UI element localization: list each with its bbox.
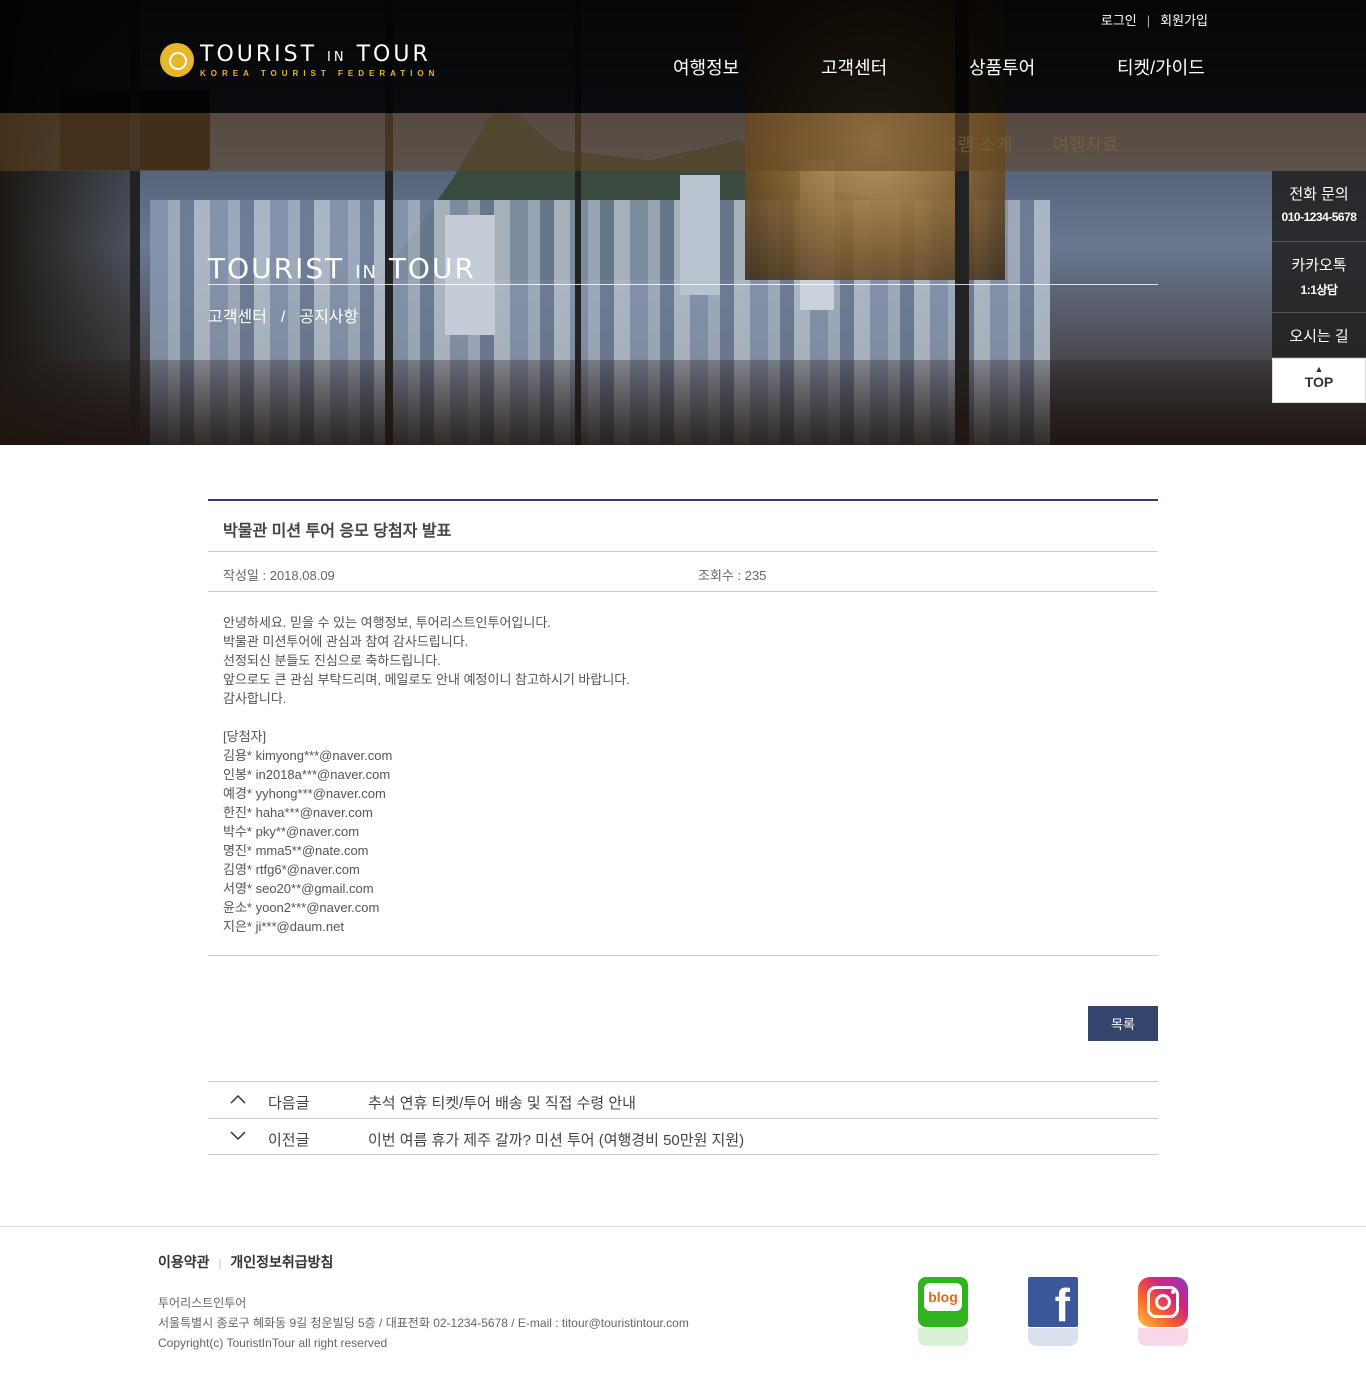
company-address: 서울특별시 종로구 혜화동 9길 청운빌딩 5층 / 대표전화 02-1234-… [158, 1316, 689, 1330]
main-navigation: 여행정보 고객센터 상품투어 티켓/가이드 [673, 54, 1227, 80]
body-line: 앞으로도 큰 관심 부탁드리며, 메일로도 안내 예정이니 참고하시기 바랍니다… [223, 672, 630, 687]
subnav-bar [0, 113, 1366, 171]
winner-line: 김용* kimyong***@naver.com [223, 748, 393, 763]
logo-main: TOURIST [200, 42, 318, 67]
quick-kakao-label: 카카오톡 [1291, 257, 1347, 274]
hero-title: TOURIST IN TOUR [208, 252, 476, 285]
prev-post-label: 이전글 [268, 1132, 310, 1149]
nav-item-customer-center[interactable]: 고객센터 [821, 54, 969, 80]
footer: 이용약관 | 개인정보취급방침 투어리스트인투어 서울특별시 종로구 혜화동 9길 … [0, 1226, 1366, 1386]
top-arrow-icon: ▲ [1314, 364, 1324, 374]
next-post-label: 다음글 [268, 1095, 310, 1112]
body-line: 안녕하세요. 믿을 수 있는 여행정보, 투어리스트인투어입니다. [223, 615, 551, 630]
chevron-down-icon [230, 1131, 246, 1141]
nav-item-product-tour[interactable]: 상품투어 [969, 54, 1117, 80]
logo-subtitle: KOREA TOURIST FEDERATION [200, 69, 440, 78]
hero-divider [208, 284, 1158, 285]
subnav-item-program[interactable]: 프로그램 소개 [908, 131, 1012, 157]
article-views: 조회수 : 235 [698, 568, 767, 583]
terms-link[interactable]: 이용약관 [158, 1254, 210, 1270]
company-name: 투어리스트인투어 [158, 1296, 247, 1310]
nav-item-travel-info[interactable]: 여행정보 [673, 54, 821, 80]
body-line [223, 708, 1143, 727]
winner-line: 박수* pky**@naver.com [223, 824, 360, 839]
breadcrumb-item-customer-center[interactable]: 고객센터 [208, 309, 267, 326]
article-title: 박물관 미션 투어 응모 당첨자 발표 [208, 499, 1158, 552]
quick-menu: 전화 문의 010-1234-5678 카카오톡 1:1상담 오시는 길 ▲ T… [1272, 171, 1366, 403]
winner-line: 한진* haha***@naver.com [223, 805, 373, 820]
next-post-title[interactable]: 추석 연휴 티켓/투어 배송 및 직접 수령 안내 [368, 1092, 636, 1113]
quick-directions[interactable]: 오시는 길 [1272, 313, 1366, 358]
chevron-up-icon [230, 1094, 246, 1104]
util-menu: 로그인 | 회원가입 [1100, 13, 1208, 28]
body-line: 박물관 미션투어에 관심과 참여 감사드립니다. [223, 634, 469, 649]
winner-line: 예경* yyhong***@naver.com [223, 786, 386, 801]
winner-line: 김영* rtfg6*@naver.com [223, 862, 360, 877]
sub-navigation: 프로그램 소개 여행자료 [908, 131, 1119, 157]
facebook-icon: f [1028, 1277, 1078, 1327]
hero-banner: TOURIST IN TOUR KOREA TOURIST FEDERATION… [0, 0, 1366, 445]
quick-kakao[interactable]: 카카오톡 1:1상담 [1272, 242, 1366, 313]
top-button[interactable]: ▲ TOP [1272, 358, 1366, 403]
subnav-item-materials[interactable]: 여행자료 [1052, 131, 1118, 157]
quick-phone-number: 010-1234-5678 [1281, 210, 1357, 224]
quick-phone-label: 전화 문의 [1289, 186, 1349, 203]
signup-link[interactable]: 회원가입 [1160, 13, 1208, 28]
breadcrumb-item-notice[interactable]: 공지사항 [299, 309, 358, 326]
body-line: [당첨자] [223, 729, 267, 744]
next-post-row[interactable]: 다음글 추석 연휴 티켓/투어 배송 및 직접 수령 안내 [208, 1081, 1158, 1118]
footer-links: 이용약관 | 개인정보취급방침 [158, 1254, 334, 1270]
instagram-link[interactable] [1138, 1277, 1188, 1346]
login-link[interactable]: 로그인 [1101, 13, 1137, 28]
body-line: 감사합니다. [223, 691, 287, 706]
body-line: 선정되신 분들도 진심으로 축하드립니다. [223, 653, 441, 668]
blog-link[interactable]: blog [918, 1277, 968, 1346]
quick-kakao-sub: 1:1상담 [1300, 283, 1338, 297]
prev-next-nav: 다음글 추석 연휴 티켓/투어 배송 및 직접 수령 안내 이전글 이번 여름 … [208, 1081, 1158, 1155]
logo-icon [160, 43, 194, 77]
notice-article: 박물관 미션 투어 응모 당첨자 발표 작성일 : 2018.08.09 조회수… [208, 499, 1158, 956]
privacy-link[interactable]: 개인정보취급방침 [230, 1254, 333, 1270]
list-button[interactable]: 목록 [1088, 1006, 1158, 1041]
winner-line: 명진* mma5**@nate.com [223, 843, 369, 858]
prev-post-title[interactable]: 이번 여름 휴가 제주 갈까? 미션 투어 (여행경비 50만원 지원) [368, 1129, 744, 1150]
prev-post-row[interactable]: 이전글 이번 여름 휴가 제주 갈까? 미션 투어 (여행경비 50만원 지원) [208, 1118, 1158, 1155]
winner-line: 윤소* yoon2***@naver.com [223, 900, 380, 915]
article-body: 안녕하세요. 믿을 수 있는 여행정보, 투어리스트인투어입니다. 박물관 미션… [208, 592, 1158, 956]
logo-in: IN [327, 50, 347, 65]
logo-tour: TOUR [356, 42, 431, 67]
instagram-icon [1138, 1277, 1188, 1327]
footer-info: 투어리스트인투어 서울특별시 종로구 혜화동 9길 청운빌딩 5층 / 대표전화… [158, 1293, 689, 1353]
facebook-link[interactable]: f [1028, 1277, 1078, 1346]
breadcrumb: 고객센터 / 공지사항 [208, 309, 359, 326]
quick-phone[interactable]: 전화 문의 010-1234-5678 [1272, 171, 1366, 242]
winner-line: 지은* ji***@daum.net [223, 919, 344, 934]
site-logo[interactable]: TOURIST IN TOUR KOREA TOURIST FEDERATION [160, 42, 439, 78]
winner-line: 인봉* in2018a***@naver.com [223, 767, 391, 782]
article-date: 작성일 : 2018.08.09 [223, 568, 335, 583]
winner-line: 서영* seo20**@gmail.com [223, 881, 374, 896]
blog-icon: blog [918, 1277, 968, 1327]
article-meta: 작성일 : 2018.08.09 조회수 : 235 [208, 552, 1158, 592]
nav-item-ticket-guide[interactable]: 티켓/가이드 [1117, 54, 1227, 80]
copyright: Copyright(c) TouristInTour all right res… [158, 1336, 388, 1350]
